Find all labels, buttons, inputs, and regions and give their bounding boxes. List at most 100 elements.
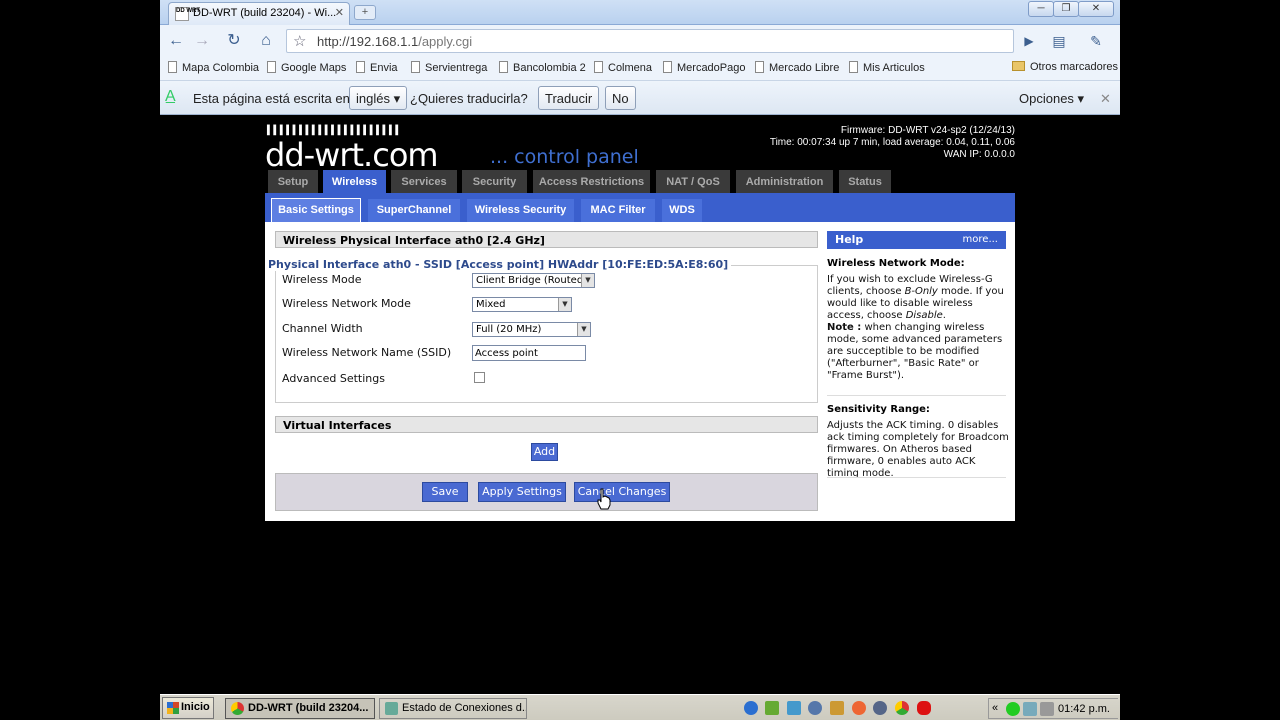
start-button[interactable]: Inicio [162, 697, 214, 719]
interface-legend: Physical Interface ath0 - SSID [Access p… [268, 258, 732, 271]
bookmark-item[interactable]: Mapa Colombia [168, 61, 259, 74]
chrome-icon [231, 702, 244, 715]
tab-administration[interactable]: Administration [736, 170, 833, 194]
help-mode-title: Wireless Network Mode: [827, 258, 965, 269]
translate-bar: A̲ Esta página está escrita en inglés ▾ … [160, 81, 1120, 115]
sub-tabs: Basic Settings SuperChannel Wireless Sec… [265, 193, 1015, 222]
task-network-status[interactable]: Estado de Conexiones d... [379, 698, 527, 719]
folder-icon [1012, 61, 1025, 71]
other-bookmarks[interactable]: Otros marcadores [1012, 61, 1118, 73]
ddwrt-favicon-icon: DD WRT [175, 7, 200, 21]
translate-button[interactable]: Traducir [538, 86, 600, 110]
chrome-icon[interactable] [895, 701, 909, 715]
task-chrome[interactable]: DD-WRT (build 23204... [225, 698, 375, 719]
page-icon [755, 61, 764, 73]
home-icon[interactable]: ⌂ [255, 31, 277, 51]
network-icon[interactable] [1023, 702, 1037, 716]
new-tab-button[interactable]: + [354, 5, 376, 20]
channel-width-select[interactable]: Full (20 MHz) ▼ [472, 322, 591, 337]
close-tab-icon[interactable]: ✕ [335, 6, 344, 19]
subtab-mac-filter[interactable]: MAC Filter [581, 199, 655, 222]
clock: 01:42 p.m. [1058, 703, 1110, 715]
language-select[interactable]: inglés ▾ [349, 86, 408, 110]
tab-nat-qos[interactable]: NAT / QoS [656, 170, 730, 194]
firmware-version: Firmware: DD-WRT v24-sp2 (12/24/13) [840, 125, 1015, 136]
back-icon[interactable]: ← [165, 31, 187, 51]
chevron-down-icon: ▼ [558, 298, 571, 311]
page-icon [849, 61, 858, 73]
close-window-button[interactable]: ✕ [1078, 1, 1114, 17]
tab-security[interactable]: Security [462, 170, 527, 194]
page-icon [499, 61, 508, 73]
address-bar[interactable]: ☆ http://192.168.1.1/apply.cgi [286, 29, 1014, 53]
browser-tab[interactable]: DD WRT DD-WRT (build 23204) - Wi... ✕ [168, 2, 350, 25]
status-icon[interactable] [1006, 702, 1020, 716]
wan-ip: WAN IP: 0.0.0.0 [943, 149, 1015, 160]
bookmark-item[interactable]: Colmena [594, 61, 652, 74]
uptime: Time: 00:07:34 up 7 min, load average: 0… [769, 137, 1015, 148]
save-button[interactable]: Save [422, 482, 468, 502]
tab-setup[interactable]: Setup [268, 170, 318, 194]
options-menu[interactable]: Opciones ▾ [1019, 91, 1084, 107]
tray-expand-icon[interactable]: « [992, 702, 998, 714]
page-menu-icon[interactable]: ▤ [1048, 31, 1070, 51]
volume-icon[interactable] [1040, 702, 1054, 716]
wrench-icon[interactable]: ✎ [1085, 31, 1107, 51]
subtab-basic-settings[interactable]: Basic Settings [271, 198, 361, 222]
tab-status[interactable]: Status [839, 170, 891, 194]
play-icon[interactable]: ▶ [1018, 31, 1040, 51]
opera-icon[interactable] [917, 701, 931, 715]
close-translate-icon[interactable]: ✕ [1100, 91, 1111, 107]
tab-services[interactable]: Services [391, 170, 457, 194]
bookmark-item[interactable]: Envia [356, 61, 398, 74]
subtab-wireless-security[interactable]: Wireless Security [467, 199, 574, 222]
app-icon[interactable] [787, 701, 801, 715]
bookmark-item[interactable]: Servientrega [411, 61, 487, 74]
windows-flag-icon [167, 702, 179, 714]
bookmark-item[interactable]: Mercado Libre [755, 61, 839, 74]
ddwrt-logo: dd-wrt.com [265, 136, 439, 174]
title-bar: DD WRT DD-WRT (build 23204) - Wi... ✕ + … [160, 0, 1120, 25]
ddwrt-panel: ▌▌▌▌▌▌▌▌▌▌▌▌▌▌▌▌▌▌▌▌▌ dd-wrt.com ... con… [265, 116, 1015, 521]
subtab-superchannel[interactable]: SuperChannel [368, 199, 460, 222]
minimize-button[interactable]: ─ [1028, 1, 1054, 17]
screen: DD WRT DD-WRT (build 23204) - Wi... ✕ + … [160, 0, 1120, 720]
page-icon [356, 61, 365, 73]
help-more-link[interactable]: more... [963, 234, 998, 245]
network-mode-select[interactable]: Mixed ▼ [472, 297, 572, 312]
maximize-button[interactable]: ❐ [1053, 1, 1079, 17]
advanced-settings-checkbox[interactable] [474, 372, 485, 383]
chevron-down-icon: ▼ [581, 274, 594, 287]
bookmark-item[interactable]: Mis Articulos [849, 61, 925, 74]
bookmark-item[interactable]: Bancolombia 2 [499, 61, 586, 74]
tool-icon[interactable] [830, 701, 844, 715]
cancel-changes-button[interactable]: Cancel Changes [574, 482, 670, 502]
tab-access-restrictions[interactable]: Access Restrictions [533, 170, 650, 194]
url-host: http://192.168.1.1 [317, 34, 419, 49]
ie-icon[interactable] [744, 701, 758, 715]
reload-icon[interactable]: ↻ [223, 31, 245, 51]
bookmark-item[interactable]: MercadoPago [663, 61, 746, 74]
translate-question: ¿Quieres traducirla? [410, 91, 528, 106]
bookmark-star-icon[interactable]: ☆ [293, 32, 306, 50]
hand-cursor-icon [597, 488, 611, 510]
url-path: /apply.cgi [418, 34, 473, 49]
users-icon[interactable] [765, 701, 779, 715]
apply-settings-button[interactable]: Apply Settings [478, 482, 566, 502]
wireless-mode-select[interactable]: Client Bridge (Routed) ▼ [472, 273, 595, 288]
subtab-wds[interactable]: WDS [662, 199, 702, 222]
advanced-settings-label: Advanced Settings [282, 372, 385, 385]
page-icon [663, 61, 672, 73]
media-icon[interactable] [808, 701, 822, 715]
logo-bars: ▌▌▌▌▌▌▌▌▌▌▌▌▌▌▌▌▌▌▌▌▌ [267, 126, 402, 136]
ssid-input[interactable]: Access point [472, 345, 586, 361]
no-translate-button[interactable]: No [605, 86, 636, 110]
page-icon [267, 61, 276, 73]
ssid-label: Wireless Network Name (SSID) [282, 346, 452, 359]
bookmark-item[interactable]: Google Maps [267, 61, 346, 74]
app-icon[interactable] [873, 701, 887, 715]
page-icon [168, 61, 177, 73]
firefox-icon[interactable] [852, 701, 866, 715]
forward-icon[interactable]: → [191, 31, 213, 51]
add-button[interactable]: Add [531, 443, 558, 461]
